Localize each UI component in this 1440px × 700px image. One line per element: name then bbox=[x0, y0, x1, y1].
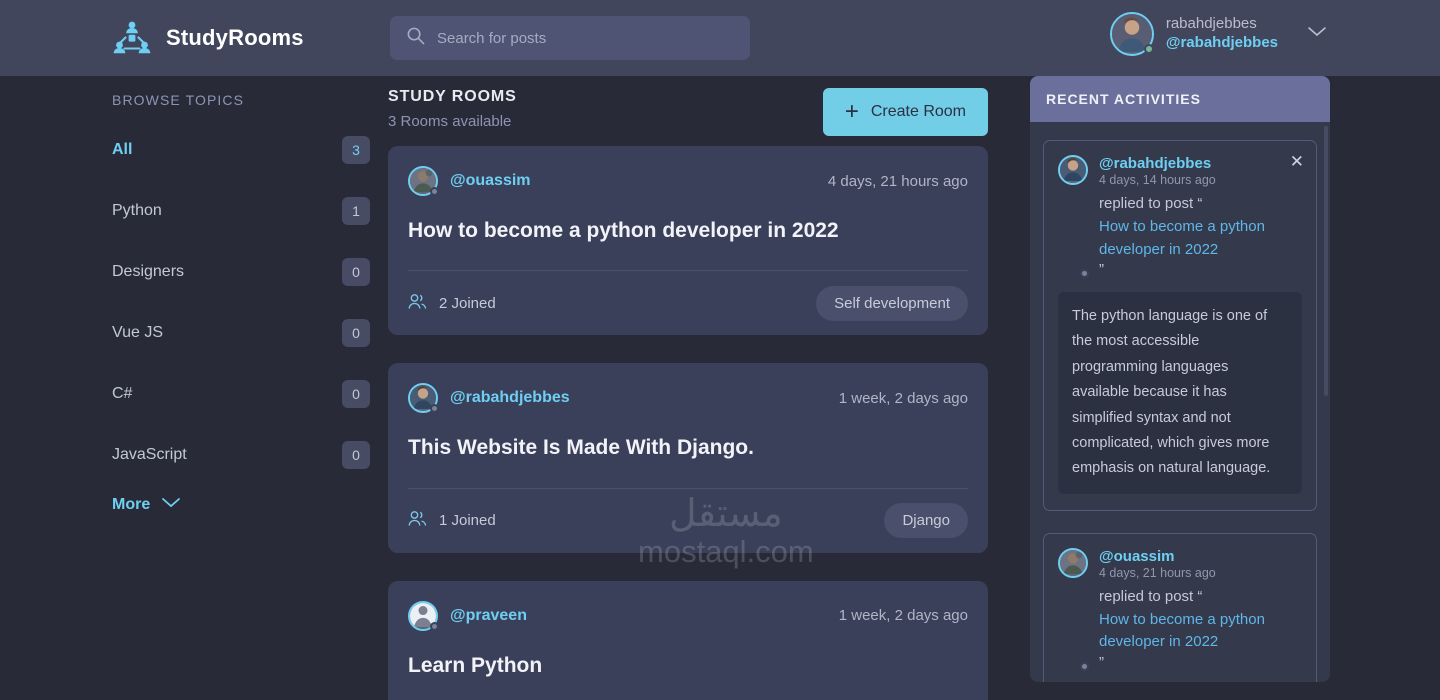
activity-handle[interactable]: @ouassim bbox=[1099, 548, 1302, 565]
room-joined: 2 Joined bbox=[408, 293, 496, 314]
more-label: More bbox=[112, 496, 150, 514]
avatar[interactable] bbox=[408, 166, 438, 196]
room-timestamp: 1 week, 2 days ago bbox=[839, 607, 968, 624]
sidebar-item-count: 0 bbox=[342, 441, 370, 469]
app-header: StudyRooms rabahdjebbes @rabahdjebbes bbox=[0, 0, 1440, 76]
sidebar-item-all[interactable]: All 3 bbox=[112, 130, 370, 170]
room-title[interactable]: This Website Is Made With Django. bbox=[408, 435, 968, 461]
search-icon bbox=[406, 26, 425, 50]
sidebar-item-label: Designers bbox=[112, 263, 184, 281]
avatar[interactable] bbox=[1058, 155, 1088, 278]
create-room-button[interactable]: + Create Room bbox=[823, 88, 988, 136]
sidebar-item-label: C# bbox=[112, 385, 132, 403]
brand[interactable]: StudyRooms bbox=[112, 18, 304, 58]
room-tag[interactable]: Self development bbox=[816, 286, 968, 321]
activity-post-link[interactable]: How to become a python developer in 2022 bbox=[1099, 609, 1302, 654]
room-joined-label: 1 Joined bbox=[439, 512, 496, 529]
sidebar-item-count: 0 bbox=[342, 380, 370, 408]
activity-timestamp: 4 days, 21 hours ago bbox=[1099, 566, 1302, 580]
room-card[interactable]: @rabahdjebbes 1 week, 2 days ago This We… bbox=[388, 363, 988, 552]
room-timestamp: 4 days, 21 hours ago bbox=[828, 173, 968, 190]
activity-item[interactable]: ✕ @rabahd bbox=[1043, 140, 1317, 511]
sidebar-item-label: Vue JS bbox=[112, 324, 163, 342]
status-dot bbox=[430, 187, 439, 196]
room-author[interactable]: @praveen bbox=[408, 601, 527, 631]
more-topics-button[interactable]: More bbox=[112, 496, 370, 514]
page-title: STUDY ROOMS bbox=[388, 88, 517, 106]
room-author-handle: @praveen bbox=[450, 607, 527, 625]
sidebar-item-label: All bbox=[112, 141, 132, 159]
room-joined: 1 Joined bbox=[408, 510, 496, 531]
activities-list[interactable]: ✕ @rabahd bbox=[1030, 122, 1330, 682]
search-box[interactable] bbox=[390, 16, 750, 60]
rooms-main: STUDY ROOMS 3 Rooms available + Create R… bbox=[388, 76, 988, 700]
sidebar-item-csharp[interactable]: C# 0 bbox=[112, 374, 370, 414]
status-dot bbox=[430, 404, 439, 413]
sidebar-title: BROWSE TOPICS bbox=[112, 92, 370, 108]
sidebar-item-count: 3 bbox=[342, 136, 370, 164]
sidebar-item-label: Python bbox=[112, 202, 162, 220]
room-author-handle: @rabahdjebbes bbox=[450, 389, 570, 407]
avatar[interactable] bbox=[1110, 12, 1154, 56]
sidebar-item-python[interactable]: Python 1 bbox=[112, 191, 370, 231]
search-input[interactable] bbox=[437, 30, 734, 47]
activity-handle[interactable]: @rabahdjebbes bbox=[1099, 155, 1302, 172]
room-joined-label: 2 Joined bbox=[439, 295, 496, 312]
chevron-down-icon[interactable] bbox=[1306, 25, 1328, 43]
topics-sidebar: BROWSE TOPICS All 3 Python 1 Designers 0… bbox=[112, 76, 370, 700]
user-handle: @rabahdjebbes bbox=[1166, 34, 1278, 53]
rooms-header: STUDY ROOMS 3 Rooms available + Create R… bbox=[388, 76, 988, 146]
room-title[interactable]: How to become a python developer in 2022 bbox=[408, 218, 968, 244]
create-room-label: Create Room bbox=[871, 103, 966, 121]
room-timestamp: 1 week, 2 days ago bbox=[839, 390, 968, 407]
sidebar-item-label: JavaScript bbox=[112, 446, 187, 464]
sidebar-item-count: 1 bbox=[342, 197, 370, 225]
status-dot bbox=[1080, 662, 1089, 671]
status-dot bbox=[1080, 269, 1089, 278]
users-icon bbox=[408, 510, 427, 531]
sidebar-item-count: 0 bbox=[342, 319, 370, 347]
chevron-down-icon bbox=[160, 496, 182, 514]
activity-quote-end: ” bbox=[1099, 654, 1302, 671]
activity-action: replied to post “ bbox=[1099, 588, 1302, 605]
room-card[interactable]: @ouassim 4 days, 21 hours ago How to bec… bbox=[388, 146, 988, 335]
online-dot bbox=[1144, 44, 1154, 54]
brand-name: StudyRooms bbox=[166, 25, 304, 51]
activities-title: RECENT ACTIVITIES bbox=[1030, 76, 1330, 122]
activity-message: The python language is one of the most a… bbox=[1058, 292, 1302, 494]
sidebar-item-designers[interactable]: Designers 0 bbox=[112, 252, 370, 292]
sidebar-item-vuejs[interactable]: Vue JS 0 bbox=[112, 313, 370, 353]
activity-quote-end: ” bbox=[1099, 261, 1302, 278]
room-card[interactable]: @praveen 1 week, 2 days ago Learn Python bbox=[388, 581, 988, 700]
activity-item[interactable]: @ouassim 4 days, 21 hours ago replied to… bbox=[1043, 533, 1317, 682]
avatar[interactable] bbox=[408, 601, 438, 631]
plus-icon: + bbox=[845, 100, 859, 124]
close-icon[interactable]: ✕ bbox=[1290, 153, 1304, 170]
room-author[interactable]: @rabahdjebbes bbox=[408, 383, 570, 413]
recent-activities-panel: RECENT ACTIVITIES ✕ bbox=[1030, 76, 1330, 682]
sidebar-item-count: 0 bbox=[342, 258, 370, 286]
user-menu[interactable]: rabahdjebbes @rabahdjebbes bbox=[1110, 12, 1328, 56]
activity-post-link[interactable]: How to become a python developer in 2022 bbox=[1099, 216, 1302, 261]
users-icon bbox=[408, 293, 427, 314]
room-author[interactable]: @ouassim bbox=[408, 166, 531, 196]
avatar[interactable] bbox=[1058, 548, 1088, 671]
people-network-icon bbox=[112, 18, 152, 58]
room-tag[interactable]: Django bbox=[884, 503, 968, 538]
activity-action: replied to post “ bbox=[1099, 195, 1302, 212]
page-body: BROWSE TOPICS All 3 Python 1 Designers 0… bbox=[0, 76, 1440, 700]
activity-timestamp: 4 days, 14 hours ago bbox=[1099, 173, 1302, 187]
avatar[interactable] bbox=[408, 383, 438, 413]
room-title[interactable]: Learn Python bbox=[408, 653, 968, 679]
sidebar-item-javascript[interactable]: JavaScript 0 bbox=[112, 435, 370, 475]
status-dot bbox=[430, 622, 439, 631]
rooms-count: 3 Rooms available bbox=[388, 113, 517, 130]
activities-scrollbar[interactable] bbox=[1324, 126, 1328, 396]
room-author-handle: @ouassim bbox=[450, 172, 531, 190]
user-name: rabahdjebbes bbox=[1166, 15, 1278, 34]
